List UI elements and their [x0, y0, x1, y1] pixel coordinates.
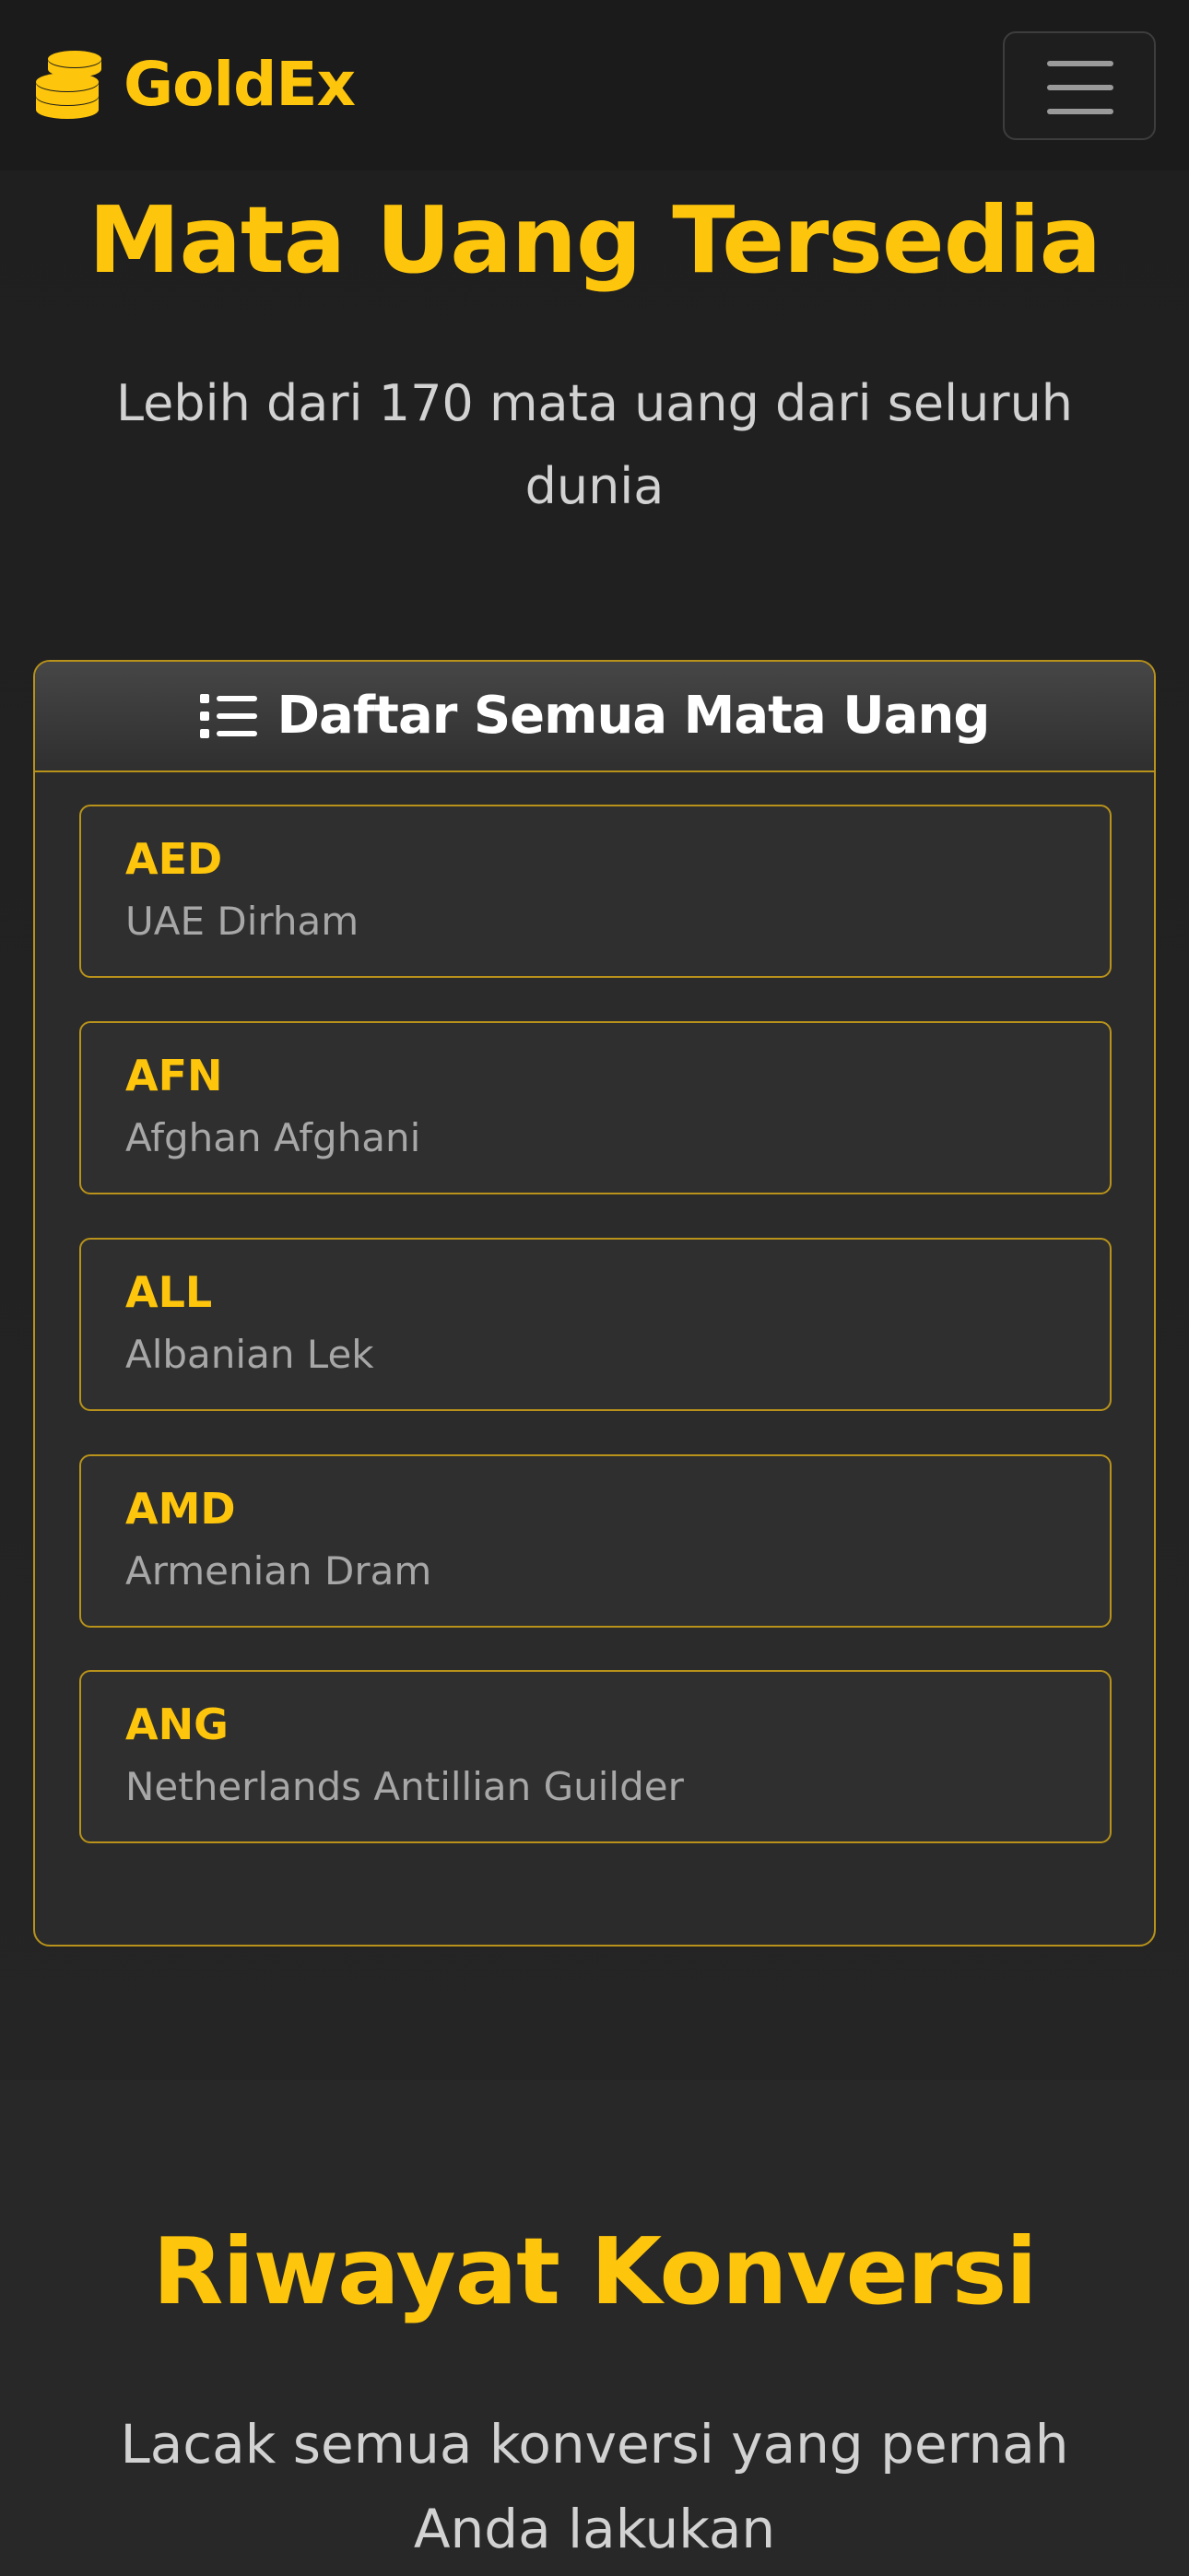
- brand-link[interactable]: GoldEx: [31, 46, 356, 124]
- currency-name: Afghan Afghani: [125, 1115, 421, 1160]
- currency-item-ang[interactable]: ANG Netherlands Antillian Guilder: [79, 1670, 1112, 1843]
- currency-list-card: Daftar Semua Mata Uang AED UAE Dirham AF…: [33, 660, 1156, 1947]
- currency-item-afn[interactable]: AFN Afghan Afghani: [79, 1021, 1112, 1194]
- currencies-subtitle: Lebih dari 170 mata uang dari seluruh du…: [115, 374, 1074, 515]
- menu-toggle-button[interactable]: [1003, 31, 1156, 140]
- currency-code: ANG: [125, 1700, 229, 1749]
- currency-item-all[interactable]: ALL Albanian Lek: [79, 1238, 1112, 1411]
- card-header: Daftar Semua Mata Uang: [35, 662, 1154, 772]
- currency-item-aed[interactable]: AED UAE Dirham: [79, 805, 1112, 978]
- currency-code: AFN: [125, 1051, 223, 1100]
- brand-name: GoldEx: [124, 49, 356, 120]
- history-title: Riwayat Konversi: [152, 2217, 1037, 2325]
- currency-name: Armenian Dram: [125, 1548, 432, 1594]
- currency-item-amd[interactable]: AMD Armenian Dram: [79, 1454, 1112, 1628]
- currency-code: AED: [125, 834, 223, 884]
- list-icon: [199, 694, 257, 738]
- page: GoldEx Mata Uang Tersedia Lebih dari 170…: [0, 0, 1189, 2576]
- history-subtitle: Lacak semua konversi yang pernah Anda la…: [120, 2413, 1069, 2560]
- currencies-section: Mata Uang Tersedia Lebih dari 170 mata u…: [0, 171, 1189, 2080]
- navbar: GoldEx: [0, 0, 1189, 171]
- card-title: Daftar Semua Mata Uang: [277, 686, 991, 746]
- history-section: Riwayat Konversi Lacak semua konversi ya…: [0, 2080, 1189, 2576]
- currencies-title: Mata Uang Tersedia: [88, 186, 1101, 294]
- currency-name: UAE Dirham: [125, 899, 359, 944]
- currency-code: AMD: [125, 1484, 236, 1534]
- currency-name: Albanian Lek: [125, 1332, 374, 1377]
- coins-icon: [36, 51, 101, 119]
- currency-code: ALL: [125, 1267, 213, 1317]
- currency-name: Netherlands Antillian Guilder: [125, 1764, 684, 1809]
